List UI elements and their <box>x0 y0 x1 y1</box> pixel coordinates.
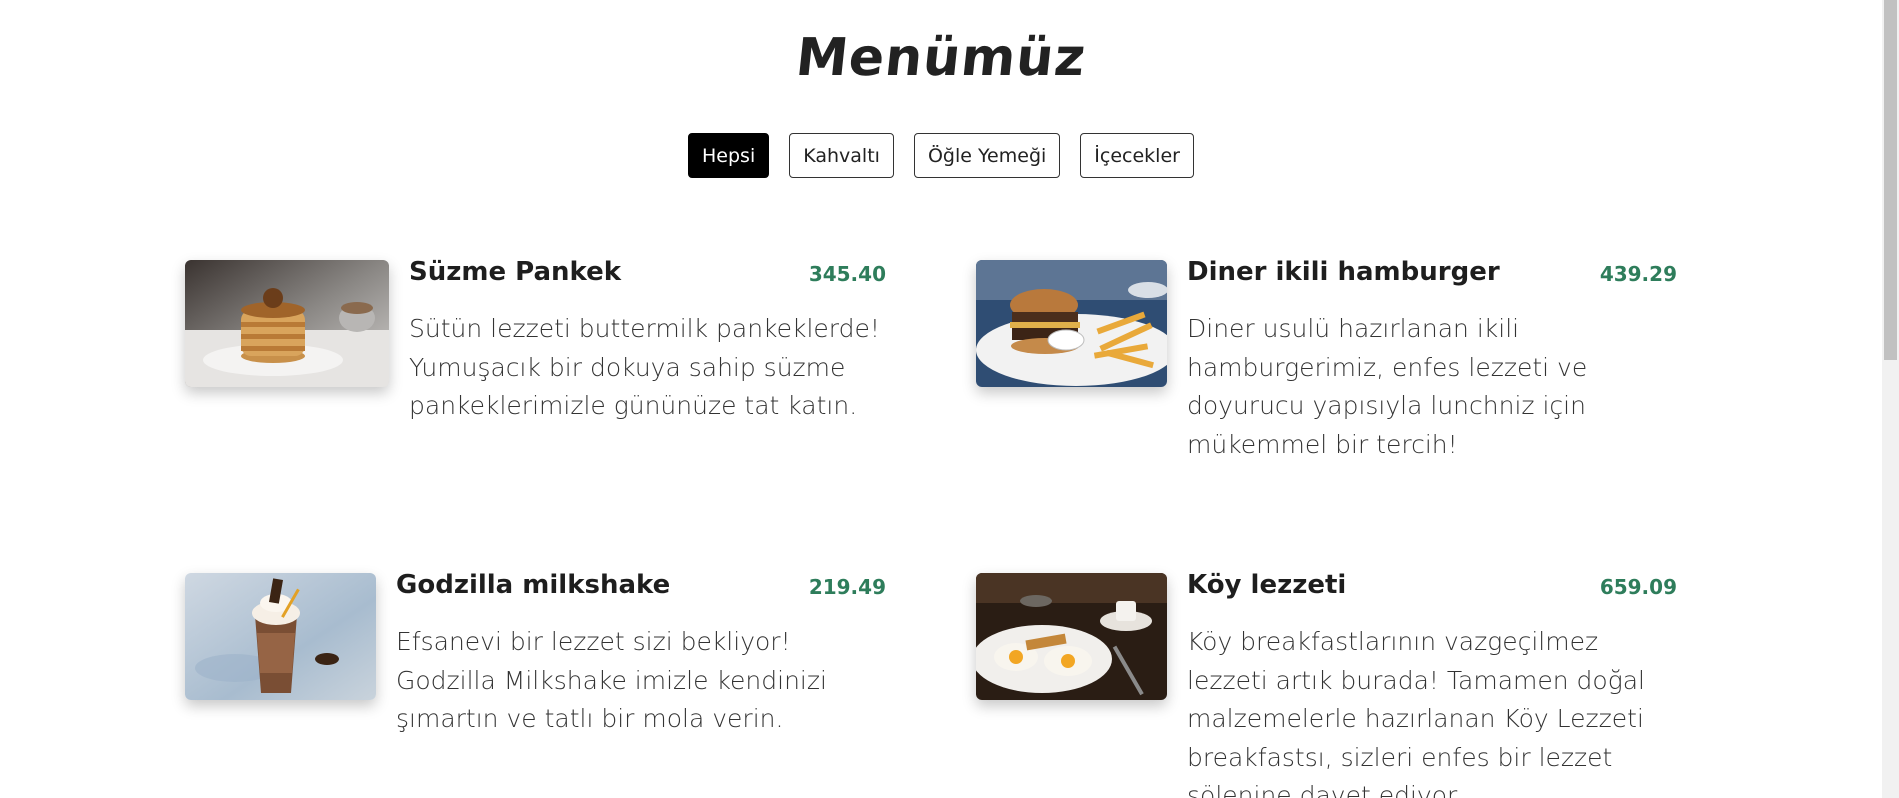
breakfast-photo <box>976 573 1167 700</box>
item-description: Efsanevi bir lezzet sizi bekliyor! Godzi… <box>396 627 827 733</box>
scrollbar-thumb[interactable] <box>1884 0 1897 360</box>
milkshake-photo <box>185 573 376 700</box>
item-price: 659.09 <box>1599 575 1677 599</box>
item-price: 219.49 <box>808 575 886 599</box>
filter-lunch-button[interactable]: Öğle Yemeği <box>913 133 1061 178</box>
hamburger-photo <box>976 260 1167 387</box>
item-price: 439.29 <box>1599 262 1677 286</box>
item-price: 345.40 <box>808 262 886 286</box>
item-name: Godzilla milkshake <box>396 570 671 600</box>
item-name: Köy lezzeti <box>1187 570 1347 600</box>
item-name: Diner ikili hamburger <box>1187 257 1500 287</box>
pancake-photo <box>185 260 389 387</box>
filter-breakfast-button[interactable]: Kahvaltı <box>789 133 894 178</box>
category-filters: Hepsi Kahvaltı Öğle Yemeği İçecekler <box>0 133 1882 178</box>
page-title: Menümüz <box>793 28 1089 88</box>
filter-all-button[interactable]: Hepsi <box>688 133 770 178</box>
item-description: Sütün lezzeti buttermilk pankeklerde! Yu… <box>409 314 880 420</box>
item-description: Diner usulü hazırlanan ikili hamburgerim… <box>1187 314 1588 459</box>
item-name: Süzme Pankek <box>409 257 622 287</box>
item-description: Köy breakfastlarının vazgeçilmez lezzeti… <box>1187 627 1645 798</box>
page-scrollbar[interactable] <box>1882 0 1899 798</box>
filter-drinks-button[interactable]: İçecekler <box>1080 133 1194 178</box>
menu-page: Menümüz Hepsi Kahvaltı Öğle Yemeği İçece… <box>0 0 1899 798</box>
